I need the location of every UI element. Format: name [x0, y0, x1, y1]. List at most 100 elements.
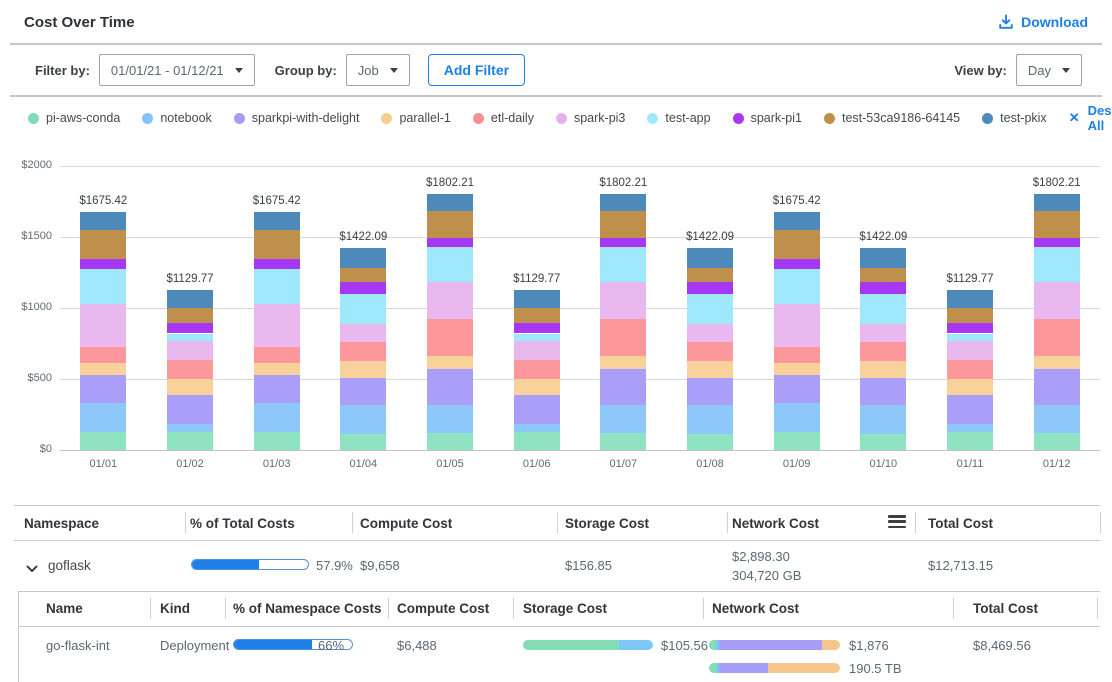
bar-segment-pi-aws-conda[interactable] [947, 432, 993, 450]
bar-segment-parallel-1[interactable] [254, 363, 300, 375]
bar-segment-test-app[interactable] [687, 294, 733, 324]
view-by-select[interactable]: Day [1016, 54, 1082, 86]
bar-segment-parallel-1[interactable] [687, 361, 733, 379]
bar-segment-test-pkix[interactable] [514, 290, 560, 308]
bar-segment-test-53ca9186-64145[interactable] [167, 308, 213, 324]
bar-segment-test-53ca9186-64145[interactable] [1034, 211, 1080, 239]
bar-segment-test-53ca9186-64145[interactable] [774, 230, 820, 259]
bar-segment-test-pkix[interactable] [340, 248, 386, 268]
bar-segment-sparkpi-with-delight[interactable] [514, 395, 560, 425]
bar-segment-test-53ca9186-64145[interactable] [860, 268, 906, 282]
bar-segment-notebook[interactable] [600, 405, 646, 433]
nested-column-header-kind[interactable]: Kind [160, 601, 190, 616]
column-header-compute-cost[interactable]: Compute Cost [360, 516, 452, 531]
bar-segment-notebook[interactable] [687, 405, 733, 435]
bar-segment-test-pkix[interactable] [774, 212, 820, 230]
bar-segment-pi-aws-conda[interactable] [80, 432, 126, 450]
group-by-select[interactable]: Job [346, 54, 410, 86]
column-header-namespace[interactable]: Namespace [24, 516, 99, 531]
bar-segment-etl-daily[interactable] [427, 319, 473, 356]
bar-segment-sparkpi-with-delight[interactable] [254, 375, 300, 403]
bar-segment-spark-pi3[interactable] [514, 341, 560, 360]
workload-name-cell[interactable]: go-flask-int [46, 638, 110, 653]
bar-segment-test-app[interactable] [254, 269, 300, 304]
deselect-all-button[interactable]: ✕ Deselect All [1069, 103, 1112, 133]
bar-segment-notebook[interactable] [1034, 405, 1080, 433]
bar-segment-test-app[interactable] [514, 334, 560, 342]
bar-segment-parallel-1[interactable] [774, 363, 820, 375]
legend-item-pi-aws-conda[interactable]: pi-aws-conda [28, 111, 120, 125]
bar-segment-test-pkix[interactable] [1034, 194, 1080, 211]
date-range-select[interactable]: 01/01/21 - 01/12/21 [99, 54, 255, 86]
bar-segment-notebook[interactable] [80, 403, 126, 432]
bar-segment-etl-daily[interactable] [254, 347, 300, 364]
bar-segment-etl-daily[interactable] [774, 347, 820, 364]
legend-item-parallel-1[interactable]: parallel-1 [381, 111, 450, 125]
bar-segment-test-app[interactable] [947, 334, 993, 342]
bar-segment-notebook[interactable] [167, 424, 213, 432]
bar-segment-pi-aws-conda[interactable] [687, 434, 733, 450]
bar-segment-spark-pi1[interactable] [947, 323, 993, 333]
bar-segment-test-pkix[interactable] [427, 194, 473, 211]
bar-segment-spark-pi3[interactable] [774, 304, 820, 347]
bar-segment-spark-pi3[interactable] [167, 341, 213, 360]
bar-segment-test-app[interactable] [167, 334, 213, 342]
column-settings-button hamburger-icon[interactable] [888, 515, 906, 528]
bar-segment-parallel-1[interactable] [340, 361, 386, 379]
bar-segment-test-app[interactable] [860, 294, 906, 324]
bar-segment-pi-aws-conda[interactable] [427, 433, 473, 450]
bar-segment-parallel-1[interactable] [80, 363, 126, 375]
bar-segment-test-app[interactable] [340, 294, 386, 324]
bar-segment-etl-daily[interactable] [947, 360, 993, 379]
column-header-network-cost[interactable]: Network Cost [732, 516, 819, 531]
bar-segment-parallel-1[interactable] [947, 379, 993, 395]
bar-segment-etl-daily[interactable] [340, 342, 386, 360]
bar-segment-pi-aws-conda[interactable] [600, 433, 646, 450]
bar-segment-notebook[interactable] [860, 405, 906, 435]
bar-segment-test-53ca9186-64145[interactable] [427, 211, 473, 239]
legend-item-notebook[interactable]: notebook [142, 111, 211, 125]
nested-column-header-compute-cost[interactable]: Compute Cost [397, 601, 489, 616]
bar-segment-sparkpi-with-delight[interactable] [687, 378, 733, 404]
bar-segment-parallel-1[interactable] [1034, 356, 1080, 369]
bar-segment-notebook[interactable] [254, 403, 300, 432]
bar-segment-test-app[interactable] [1034, 247, 1080, 282]
bar-segment-test-pkix[interactable] [167, 290, 213, 308]
bar-segment-etl-daily[interactable] [600, 319, 646, 356]
bar-segment-etl-daily[interactable] [687, 342, 733, 360]
legend-item-test-app[interactable]: test-app [647, 111, 710, 125]
bar-segment-spark-pi3[interactable] [687, 324, 733, 342]
bar-segment-pi-aws-conda[interactable] [514, 432, 560, 450]
bar-segment-pi-aws-conda[interactable] [1034, 433, 1080, 450]
legend-item-etl-daily[interactable]: etl-daily [473, 111, 534, 125]
nested-column-header-network-cost[interactable]: Network Cost [712, 601, 799, 616]
bar-segment-pi-aws-conda[interactable] [774, 432, 820, 450]
legend-item-spark-pi3[interactable]: spark-pi3 [556, 111, 625, 125]
bar-segment-spark-pi1[interactable] [600, 238, 646, 247]
bar-segment-notebook[interactable] [774, 403, 820, 432]
bar-segment-test-53ca9186-64145[interactable] [600, 211, 646, 239]
bar-segment-sparkpi-with-delight[interactable] [427, 369, 473, 405]
column-header-storage-cost[interactable]: Storage Cost [565, 516, 649, 531]
bar-segment-test-pkix[interactable] [860, 248, 906, 268]
legend-item-sparkpi-with-delight[interactable]: sparkpi-with-delight [234, 111, 360, 125]
bar-segment-sparkpi-with-delight[interactable] [860, 378, 906, 404]
bar-segment-notebook[interactable] [340, 405, 386, 435]
bar-segment-test-pkix[interactable] [80, 212, 126, 230]
bar-segment-etl-daily[interactable] [514, 360, 560, 379]
bar-segment-pi-aws-conda[interactable] [340, 434, 386, 450]
bar-segment-notebook[interactable] [427, 405, 473, 433]
column-header-pct-total[interactable]: % of Total Costs [190, 516, 295, 531]
bar-segment-etl-daily[interactable] [860, 342, 906, 360]
bar-segment-test-53ca9186-64145[interactable] [514, 308, 560, 324]
bar-segment-parallel-1[interactable] [600, 356, 646, 369]
bar-segment-spark-pi1[interactable] [254, 259, 300, 269]
bar-segment-notebook[interactable] [947, 424, 993, 432]
column-header-total-cost[interactable]: Total Cost [928, 516, 993, 531]
bar-segment-spark-pi3[interactable] [600, 282, 646, 320]
bar-segment-sparkpi-with-delight[interactable] [340, 378, 386, 404]
bar-segment-spark-pi3[interactable] [80, 304, 126, 347]
nested-column-header-total-cost[interactable]: Total Cost [973, 601, 1038, 616]
bar-segment-spark-pi3[interactable] [1034, 282, 1080, 320]
bar-segment-sparkpi-with-delight[interactable] [774, 375, 820, 403]
